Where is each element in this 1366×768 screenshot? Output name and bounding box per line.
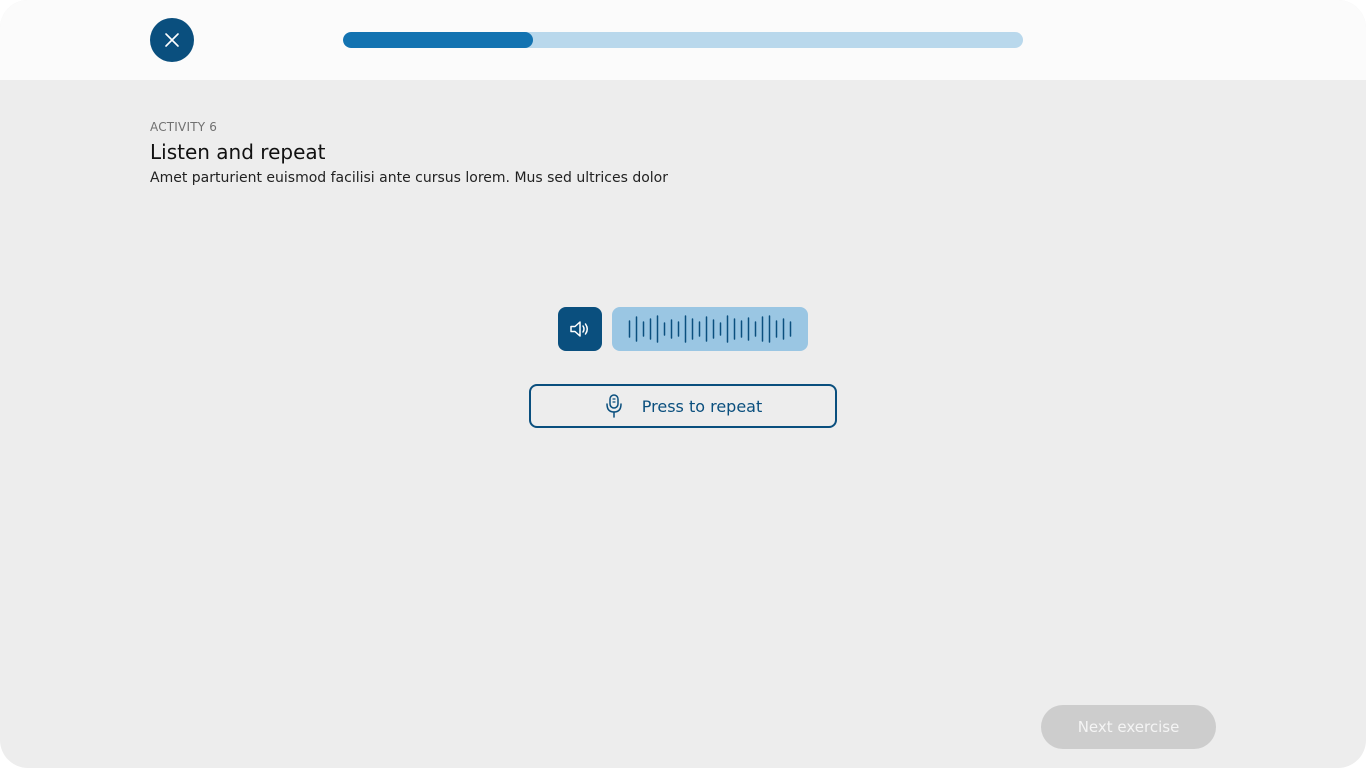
progress-fill xyxy=(343,32,534,48)
app-frame: ACTIVITY 6 Listen and repeat Amet partur… xyxy=(0,0,1366,768)
press-to-repeat-button[interactable]: Press to repeat xyxy=(529,384,837,428)
waveform-graphic xyxy=(628,315,792,343)
close-icon xyxy=(165,33,179,47)
next-exercise-button[interactable]: Next exercise xyxy=(1041,705,1216,749)
top-bar xyxy=(0,0,1366,80)
activity-label: ACTIVITY 6 xyxy=(150,120,218,134)
close-button[interactable] xyxy=(150,18,194,62)
progress-bar xyxy=(343,32,1023,48)
audio-waveform[interactable] xyxy=(612,307,808,351)
page-title: Listen and repeat xyxy=(150,140,326,164)
speaker-icon xyxy=(570,321,588,337)
press-to-repeat-label: Press to repeat xyxy=(641,396,763,416)
microphone-icon xyxy=(606,394,622,418)
play-audio-button[interactable] xyxy=(558,307,602,351)
activity-description: Amet parturient euismod facilisi ante cu… xyxy=(150,170,668,186)
